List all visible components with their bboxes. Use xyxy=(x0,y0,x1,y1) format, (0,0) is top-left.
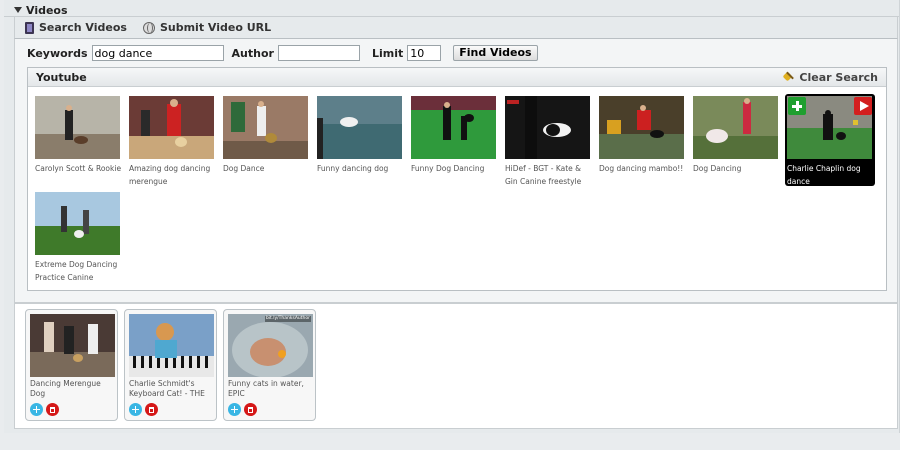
card-actions xyxy=(129,403,158,416)
video-title: Charlie Chaplin dog dance xyxy=(787,164,861,186)
video-thumbnail[interactable] xyxy=(223,96,308,159)
limit-input[interactable] xyxy=(407,45,442,61)
card-actions xyxy=(228,403,257,416)
results-panel: Youtube Clear Search Carolyn Scott & Roo… xyxy=(27,67,887,291)
find-videos-button[interactable]: Find Videos xyxy=(453,45,538,61)
selected-video-card[interactable]: Charlie Schmidt's Keyboard Cat! - THE OR… xyxy=(124,309,217,421)
video-result[interactable]: Funny Dog Dancing xyxy=(409,94,499,186)
globe-icon xyxy=(142,21,155,34)
trash-icon[interactable] xyxy=(244,403,257,416)
video-thumbnail[interactable] xyxy=(505,96,590,159)
video-title: Funny dancing dog xyxy=(317,164,389,173)
panel-title: Videos xyxy=(26,3,68,17)
video-title: Funny Dog Dancing xyxy=(411,164,485,173)
collapse-triangle-icon[interactable] xyxy=(14,7,22,13)
selected-video-title: Funny cats in water, EPIC xyxy=(228,379,304,398)
video-result[interactable]: HiDef - BGT - Kate & Gin Canine freestyl… xyxy=(503,94,593,186)
add-icon[interactable] xyxy=(129,403,142,416)
video-result[interactable]: Carolyn Scott & Rookie xyxy=(33,94,123,186)
video-thumbnail[interactable] xyxy=(35,96,120,159)
video-thumbnail[interactable] xyxy=(411,96,496,159)
video-result[interactable]: Extreme Dog Dancing Practice Canine xyxy=(33,190,123,282)
limit-label: Limit xyxy=(371,46,404,60)
video-result[interactable]: Dog Dancing xyxy=(691,94,781,186)
search-videos-tab[interactable]: Search Videos xyxy=(25,21,127,34)
videos-panel: Videos Search Videos Submit Video URL Ke… xyxy=(4,0,900,433)
video-title: Carolyn Scott & Rookie xyxy=(35,164,122,173)
selected-video-title: Dancing Merengue Dog xyxy=(30,379,101,398)
selected-videos-tray: Dancing Merengue Dog Charlie Schmidt's K… xyxy=(14,303,898,429)
search-videos-label: Search Videos xyxy=(39,21,127,34)
author-label: Author xyxy=(231,46,274,60)
thumbnail-overlay-text: bit.ly/ThanksAuthor xyxy=(264,316,311,322)
video-title: Extreme Dog Dancing Practice Canine xyxy=(35,260,118,282)
video-thumbnail[interactable] xyxy=(129,96,214,159)
film-icon xyxy=(25,21,34,34)
selected-video-title: Charlie Schmidt's Keyboard Cat! - THE OR… xyxy=(129,379,205,399)
results-source-title: Youtube xyxy=(36,70,87,84)
selected-video-thumbnail[interactable] xyxy=(30,314,115,377)
add-icon[interactable] xyxy=(30,403,43,416)
video-result[interactable]: Dog dancing mambo!! xyxy=(597,94,687,186)
submit-video-url-label: Submit Video URL xyxy=(159,21,272,34)
add-video-icon[interactable] xyxy=(788,97,806,115)
video-result-selected[interactable]: Charlie Chaplin dog dance xyxy=(785,94,875,186)
selected-video-card[interactable]: Dancing Merengue Dog xyxy=(25,309,118,421)
search-form: Keywords Author Limit Find Videos xyxy=(27,45,538,61)
trash-icon[interactable] xyxy=(46,403,59,416)
video-result[interactable]: Dog Dance xyxy=(221,94,311,186)
trash-icon[interactable] xyxy=(145,403,158,416)
video-title: Dog Dance xyxy=(223,164,265,173)
selected-video-thumbnail[interactable] xyxy=(129,314,214,377)
video-thumbnail[interactable] xyxy=(35,192,120,255)
search-area: Keywords Author Limit Find Videos Youtub… xyxy=(14,39,898,303)
author-input[interactable] xyxy=(277,45,360,61)
keywords-label: Keywords xyxy=(27,46,88,60)
video-thumbnail[interactable] xyxy=(317,96,402,159)
clear-search-label: Clear Search xyxy=(799,70,878,84)
video-result[interactable]: Amazing dog dancing merengue xyxy=(127,94,217,186)
video-thumbnail[interactable] xyxy=(693,96,778,159)
add-icon[interactable] xyxy=(228,403,241,416)
keywords-input[interactable] xyxy=(91,45,224,61)
video-title: HiDef - BGT - Kate & Gin Canine freestyl… xyxy=(505,164,582,186)
play-video-icon[interactable] xyxy=(854,97,872,115)
video-title: Amazing dog dancing merengue xyxy=(129,164,211,186)
results-header: Youtube Clear Search xyxy=(28,68,886,87)
selected-video-card[interactable]: bit.ly/ThanksAuthor Funny cats in water,… xyxy=(223,309,316,421)
video-title: Dog dancing mambo!! xyxy=(599,164,684,173)
submit-video-url-tab[interactable]: Submit Video URL xyxy=(142,21,272,34)
video-thumbnail[interactable] xyxy=(599,96,684,159)
video-title: Dog Dancing xyxy=(693,164,742,173)
clear-search-button[interactable]: Clear Search xyxy=(783,71,878,84)
selected-video-thumbnail[interactable]: bit.ly/ThanksAuthor xyxy=(228,314,313,377)
toolbar: Search Videos Submit Video URL xyxy=(14,17,898,39)
broom-icon xyxy=(783,71,795,83)
card-actions xyxy=(30,403,59,416)
video-result[interactable]: Funny dancing dog xyxy=(315,94,405,186)
